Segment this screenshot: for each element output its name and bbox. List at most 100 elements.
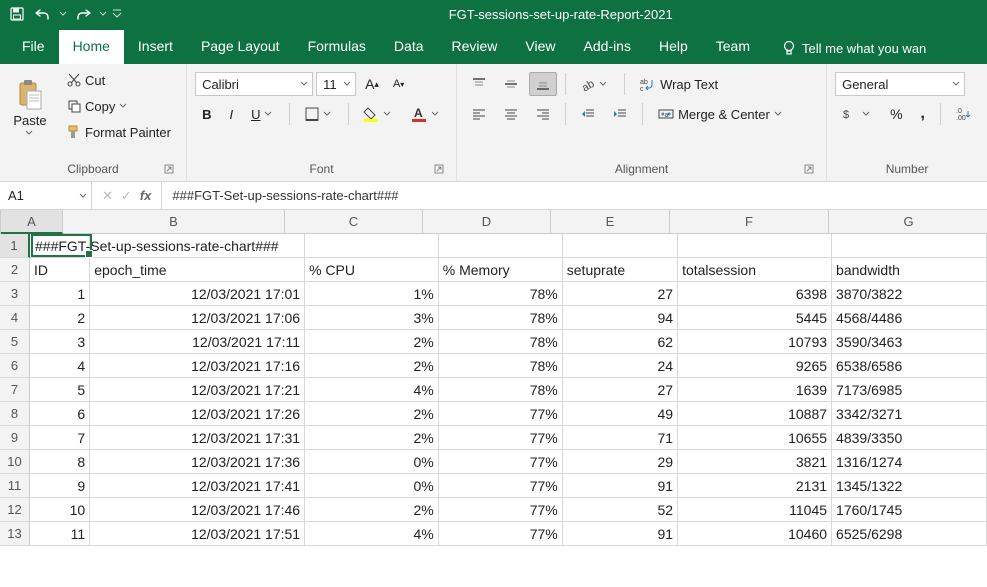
cell-F8[interactable]: 10887 <box>678 402 832 426</box>
accounting-format-button[interactable]: $ <box>835 102 879 126</box>
cell-C9[interactable]: 2% <box>305 426 439 450</box>
increase-indent-button[interactable] <box>606 102 634 126</box>
undo-button[interactable] <box>32 3 54 25</box>
cell-D12[interactable]: 77% <box>439 498 563 522</box>
cell-F6[interactable]: 9265 <box>678 354 832 378</box>
column-header-D[interactable]: D <box>423 210 551 234</box>
cell-A13[interactable]: 11 <box>30 522 90 546</box>
paste-button[interactable]: Paste <box>8 68 52 146</box>
cell-D3[interactable]: 78% <box>439 282 563 306</box>
cell-B10[interactable]: 12/03/2021 17:36 <box>90 450 305 474</box>
column-header-G[interactable]: G <box>829 210 987 234</box>
increase-decimal-button[interactable]: .0.00 <box>949 102 979 126</box>
align-left-button[interactable] <box>465 102 493 126</box>
cell-E2[interactable]: setuprate <box>563 258 678 282</box>
cell-B7[interactable]: 12/03/2021 17:21 <box>90 378 305 402</box>
tab-help[interactable]: Help <box>645 30 702 64</box>
copy-dropdown[interactable] <box>119 103 129 109</box>
cell-E7[interactable]: 27 <box>563 378 678 402</box>
cell-G6[interactable]: 6538/6586 <box>832 354 987 378</box>
row-header-10[interactable]: 10 <box>0 450 30 474</box>
italic-button[interactable]: I <box>222 102 240 126</box>
column-header-E[interactable]: E <box>551 210 670 234</box>
fill-color-button[interactable] <box>356 102 400 126</box>
cell-G9[interactable]: 4839/3350 <box>832 426 987 450</box>
select-all-button[interactable] <box>0 210 1 234</box>
cell-B12[interactable]: 12/03/2021 17:46 <box>90 498 305 522</box>
worksheet-grid[interactable]: ABCDEFG 1###FGT-Set-up-sessions-rate-cha… <box>0 210 987 546</box>
alignment-launcher[interactable] <box>804 164 816 176</box>
underline-button[interactable]: U <box>244 102 281 126</box>
cell-C10[interactable]: 0% <box>305 450 439 474</box>
cell-B1[interactable] <box>90 234 305 258</box>
cell-E3[interactable]: 27 <box>563 282 678 306</box>
cell-F5[interactable]: 10793 <box>678 330 832 354</box>
tell-me[interactable]: Tell me what you wan <box>772 32 936 64</box>
cell-B8[interactable]: 12/03/2021 17:26 <box>90 402 305 426</box>
align-center-button[interactable] <box>497 102 525 126</box>
row-header-2[interactable]: 2 <box>0 258 30 282</box>
cell-E4[interactable]: 94 <box>563 306 678 330</box>
cell-A11[interactable]: 9 <box>30 474 90 498</box>
align-middle-button[interactable] <box>497 72 525 96</box>
align-top-button[interactable] <box>465 72 493 96</box>
cell-B11[interactable]: 12/03/2021 17:41 <box>90 474 305 498</box>
cell-B2[interactable]: epoch_time <box>90 258 305 282</box>
row-header-1[interactable]: 1 <box>0 234 30 258</box>
column-header-A[interactable]: A <box>1 210 63 234</box>
tab-page-layout[interactable]: Page Layout <box>187 30 294 64</box>
cell-E12[interactable]: 52 <box>563 498 678 522</box>
tab-home[interactable]: Home <box>59 30 124 64</box>
cell-B5[interactable]: 12/03/2021 17:11 <box>90 330 305 354</box>
tab-data[interactable]: Data <box>380 30 438 64</box>
cell-C8[interactable]: 2% <box>305 402 439 426</box>
cell-F3[interactable]: 6398 <box>678 282 832 306</box>
cell-F9[interactable]: 10655 <box>678 426 832 450</box>
font-size-combo[interactable]: 11 <box>316 72 356 96</box>
cell-C2[interactable]: % CPU <box>305 258 439 282</box>
format-painter-button[interactable]: Format Painter <box>60 120 178 144</box>
cell-G4[interactable]: 4568/4486 <box>832 306 987 330</box>
cell-A5[interactable]: 3 <box>30 330 90 354</box>
row-header-12[interactable]: 12 <box>0 498 30 522</box>
row-header-4[interactable]: 4 <box>0 306 30 330</box>
merge-center-button[interactable]: a Merge & Center <box>651 102 791 126</box>
orientation-button[interactable]: ab <box>574 72 616 96</box>
cell-C6[interactable]: 2% <box>305 354 439 378</box>
cell-A8[interactable]: 6 <box>30 402 90 426</box>
cell-D13[interactable]: 77% <box>439 522 563 546</box>
cell-G3[interactable]: 3870/3822 <box>832 282 987 306</box>
formula-input[interactable]: ###FGT-Set-up-sessions-rate-chart### <box>162 182 987 209</box>
cell-C3[interactable]: 1% <box>305 282 439 306</box>
save-button[interactable] <box>6 3 28 25</box>
cell-G8[interactable]: 3342/3271 <box>832 402 987 426</box>
align-right-button[interactable] <box>529 102 557 126</box>
cell-G10[interactable]: 1316/1274 <box>832 450 987 474</box>
cell-B13[interactable]: 12/03/2021 17:51 <box>90 522 305 546</box>
clipboard-launcher[interactable] <box>164 164 176 176</box>
cell-E8[interactable]: 49 <box>563 402 678 426</box>
cell-G1[interactable] <box>832 234 987 258</box>
number-format-combo[interactable]: General <box>835 72 965 96</box>
cell-A2[interactable]: ID <box>30 258 90 282</box>
cell-C11[interactable]: 0% <box>305 474 439 498</box>
copy-button[interactable]: Copy <box>60 94 178 118</box>
cell-F12[interactable]: 11045 <box>678 498 832 522</box>
cell-D7[interactable]: 78% <box>439 378 563 402</box>
cell-D8[interactable]: 77% <box>439 402 563 426</box>
tab-insert[interactable]: Insert <box>124 30 187 64</box>
borders-button[interactable] <box>298 102 340 126</box>
cell-C1[interactable] <box>305 234 439 258</box>
cell-F7[interactable]: 1639 <box>678 378 832 402</box>
cell-B4[interactable]: 12/03/2021 17:06 <box>90 306 305 330</box>
decrease-font-button[interactable]: A▾ <box>388 72 409 96</box>
cell-G12[interactable]: 1760/1745 <box>832 498 987 522</box>
row-header-7[interactable]: 7 <box>0 378 30 402</box>
cell-A12[interactable]: 10 <box>30 498 90 522</box>
cell-G11[interactable]: 1345/1322 <box>832 474 987 498</box>
row-header-8[interactable]: 8 <box>0 402 30 426</box>
tab-view[interactable]: View <box>511 30 569 64</box>
cell-C7[interactable]: 4% <box>305 378 439 402</box>
decrease-indent-button[interactable] <box>574 102 602 126</box>
column-header-F[interactable]: F <box>670 210 829 234</box>
